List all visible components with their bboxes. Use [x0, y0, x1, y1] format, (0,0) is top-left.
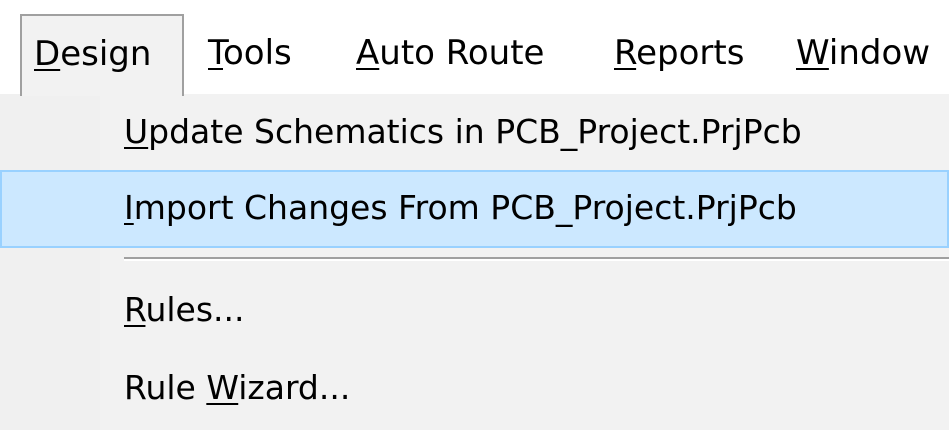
label-accel: R	[124, 290, 146, 329]
label-prefix: Rule	[124, 368, 207, 407]
design-dropdown-menu: Update Schematics in PCB_Project.PrjPcb …	[0, 94, 949, 430]
menu-auto-route-suffix: uto Route	[379, 33, 545, 73]
label-accel: U	[124, 112, 149, 151]
label-suffix: izard...	[238, 368, 351, 407]
menu-tools[interactable]: Tools	[208, 14, 292, 94]
menu-window-accel: W	[796, 33, 829, 73]
menu-item-rules-label: Rules...	[124, 272, 245, 348]
menu-item-rule-wizard[interactable]: Rule Wizard...	[0, 350, 949, 426]
menu-tools-accel: T	[208, 33, 223, 73]
menu-item-import-changes[interactable]: Import Changes From PCB_Project.PrjPcb	[0, 170, 949, 248]
menu-reports[interactable]: Reports	[614, 14, 744, 94]
label-suffix: ules...	[145, 290, 245, 329]
menu-auto-route-accel: A	[356, 33, 380, 73]
menu-item-rules[interactable]: Rules...	[0, 272, 949, 348]
menu-design-accel: D	[34, 34, 61, 74]
menu-reports-accel: R	[614, 33, 637, 73]
menu-item-update-schematics-label: Update Schematics in PCB_Project.PrjPcb	[124, 94, 802, 170]
menu-auto-route[interactable]: Auto Route	[356, 14, 544, 94]
menu-window-suffix: indow	[828, 33, 931, 73]
menu-item-update-schematics[interactable]: Update Schematics in PCB_Project.PrjPcb	[0, 94, 949, 170]
label-suffix: mport Changes From PCB_Project.PrjPcb	[133, 188, 797, 227]
label-suffix: pdate Schematics in PCB_Project.PrjPcb	[148, 112, 802, 151]
menu-design-suffix: esign	[60, 34, 152, 74]
screenshot-stage: Design Tools Auto Route Reports Window U…	[0, 0, 949, 430]
menu-reports-suffix: eports	[636, 33, 745, 73]
menu-separator	[124, 257, 949, 261]
menu-tools-suffix: ools	[223, 33, 292, 73]
label-accel: W	[206, 368, 239, 407]
menu-item-rule-wizard-label: Rule Wizard...	[124, 350, 350, 426]
menu-window[interactable]: Window	[796, 14, 930, 94]
menu-bar: Design Tools Auto Route Reports Window	[0, 0, 949, 96]
label-accel: I	[124, 188, 134, 227]
menu-item-import-changes-label: Import Changes From PCB_Project.PrjPcb	[124, 170, 797, 246]
menu-design[interactable]: Design	[20, 14, 184, 96]
